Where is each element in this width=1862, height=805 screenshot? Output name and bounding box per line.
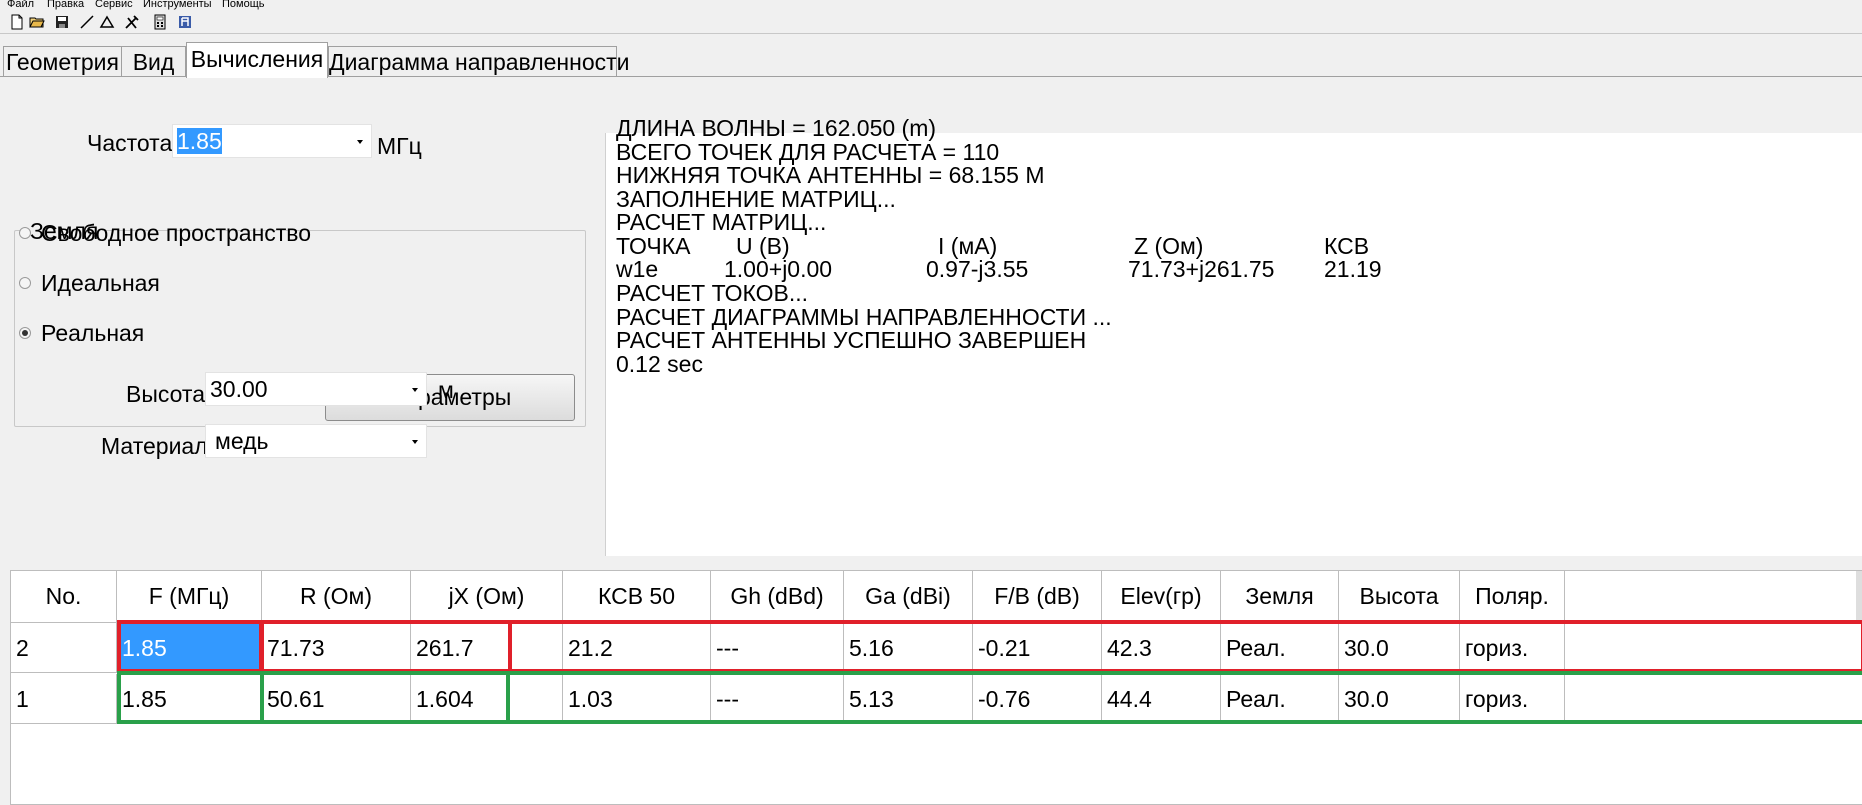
table-cell[interactable]: 21.2 <box>563 623 711 673</box>
chevron-down-icon[interactable] <box>357 140 363 144</box>
table-row-filler <box>1565 674 1855 724</box>
table-cell[interactable]: --- <box>711 674 844 724</box>
tab-geometry[interactable]: Геометрия <box>3 46 122 77</box>
table-cell[interactable]: 261.7 <box>411 623 563 673</box>
col-header-gh[interactable]: Gh (dBd) <box>711 571 844 623</box>
table-cell[interactable]: 5.16 <box>844 623 973 673</box>
col-header-freq[interactable]: F (МГц) <box>117 571 262 623</box>
output-line: 0.12 sec <box>616 351 703 377</box>
col-header-ga[interactable]: Ga (dBi) <box>844 571 973 623</box>
calculation-output[interactable]: ДЛИНА ВОЛНЫ = 162.050 (m) ВСЕГО ТОЧЕК ДЛ… <box>605 115 1862 556</box>
menu-file[interactable]: Файл <box>7 0 34 10</box>
col-header-r[interactable]: R (Ом) <box>262 571 411 623</box>
table-cell[interactable]: 30.0 <box>1339 623 1460 673</box>
col-header-ground[interactable]: Земля <box>1221 571 1339 623</box>
output-current: 0.97-j3.55 <box>926 256 1029 282</box>
col-header-no[interactable]: No. <box>11 571 117 623</box>
height-combobox[interactable]: 30.00 <box>205 372 427 406</box>
frequency-combobox[interactable]: 1.85 <box>172 124 372 158</box>
calculator-icon[interactable] <box>152 14 168 30</box>
material-value[interactable]: медь <box>215 425 269 457</box>
height-unit: м <box>438 377 454 403</box>
tab-calculations[interactable]: Вычисления <box>186 42 328 78</box>
chevron-down-icon[interactable] <box>412 440 418 444</box>
height-label: Высота <box>126 381 205 407</box>
output-swr: 21.19 <box>1324 256 1382 282</box>
radio-real-label[interactable]: Реальная <box>41 320 144 347</box>
save-icon[interactable] <box>54 14 70 30</box>
table-cell[interactable]: 5.13 <box>844 674 973 724</box>
col-header-jx[interactable]: jX (Ом) <box>411 571 563 623</box>
table-cell[interactable]: гориз. <box>1460 674 1565 724</box>
table-row-filler <box>1565 623 1855 673</box>
radio-ideal[interactable] <box>19 277 31 289</box>
height-value[interactable]: 30.00 <box>210 373 268 405</box>
table-cell[interactable]: 1.85 <box>117 674 262 724</box>
radio-free-space-label[interactable]: Свободное пространство <box>41 220 311 247</box>
table-cell[interactable]: 1 <box>11 674 117 724</box>
radio-real[interactable] <box>19 327 31 339</box>
tab-radiation-pattern[interactable]: Диаграмма направленности <box>328 46 630 77</box>
col-header-elev[interactable]: Elev(гр) <box>1102 571 1221 623</box>
table-cell[interactable]: Реал. <box>1221 623 1339 673</box>
table-cell[interactable]: Реал. <box>1221 674 1339 724</box>
menu-tools[interactable]: Инструменты <box>143 0 212 10</box>
chevron-down-icon[interactable] <box>412 388 418 392</box>
table-cell[interactable]: 42.3 <box>1102 623 1221 673</box>
radio-ideal-label[interactable]: Идеальная <box>41 270 160 297</box>
frequency-unit: МГц <box>377 133 422 159</box>
tab-view[interactable]: Вид <box>121 46 186 77</box>
menu-service[interactable]: Сервис <box>95 0 133 10</box>
tools-icon[interactable] <box>124 14 140 30</box>
table-cell[interactable]: -0.21 <box>973 623 1102 673</box>
output-impedance: 71.73+j261.75 <box>1128 256 1275 282</box>
col-header-swr50[interactable]: КСВ 50 <box>563 571 711 623</box>
results-table[interactable]: No. F (МГц) R (Ом) jX (Ом) КСВ 50 Gh (dB… <box>10 570 1862 805</box>
menu-edit[interactable]: Правка <box>47 0 84 10</box>
table-cell[interactable]: 71.73 <box>262 623 411 673</box>
toolbar <box>0 11 1862 34</box>
table-cell[interactable]: 30.0 <box>1339 674 1460 724</box>
table-cell[interactable]: 50.61 <box>262 674 411 724</box>
antenna-icon[interactable] <box>177 14 193 30</box>
menu-help[interactable]: Помощь <box>222 0 265 10</box>
triangle-icon[interactable] <box>99 14 115 30</box>
material-label: Материал <box>101 433 208 459</box>
table-cell[interactable]: -0.76 <box>973 674 1102 724</box>
new-file-icon[interactable] <box>9 14 25 30</box>
frequency-label: Частота <box>87 130 173 156</box>
open-folder-icon[interactable] <box>29 14 45 30</box>
table-cell[interactable]: 2 <box>11 623 117 673</box>
col-header-polar[interactable]: Поляр. <box>1460 571 1565 623</box>
table-cell[interactable]: 1.03 <box>563 674 711 724</box>
menu-bar: Файл Правка Сервис Инструменты Помощь <box>0 0 1862 11</box>
table-cell-selected[interactable]: 1.85 <box>117 623 262 673</box>
col-header-fb[interactable]: F/B (dB) <box>973 571 1102 623</box>
frequency-value[interactable]: 1.85 <box>177 128 222 154</box>
radio-free-space[interactable] <box>19 227 31 239</box>
table-cell[interactable]: 1.604 <box>411 674 563 724</box>
table-cell[interactable]: 44.4 <box>1102 674 1221 724</box>
col-header-filler <box>1565 571 1855 623</box>
table-cell[interactable]: --- <box>711 623 844 673</box>
col-header-height[interactable]: Высота <box>1339 571 1460 623</box>
table-cell[interactable]: гориз. <box>1460 623 1565 673</box>
table-scrollbar[interactable] <box>1856 571 1862 622</box>
line-icon[interactable] <box>79 14 95 30</box>
material-combobox[interactable]: медь <box>205 424 427 458</box>
